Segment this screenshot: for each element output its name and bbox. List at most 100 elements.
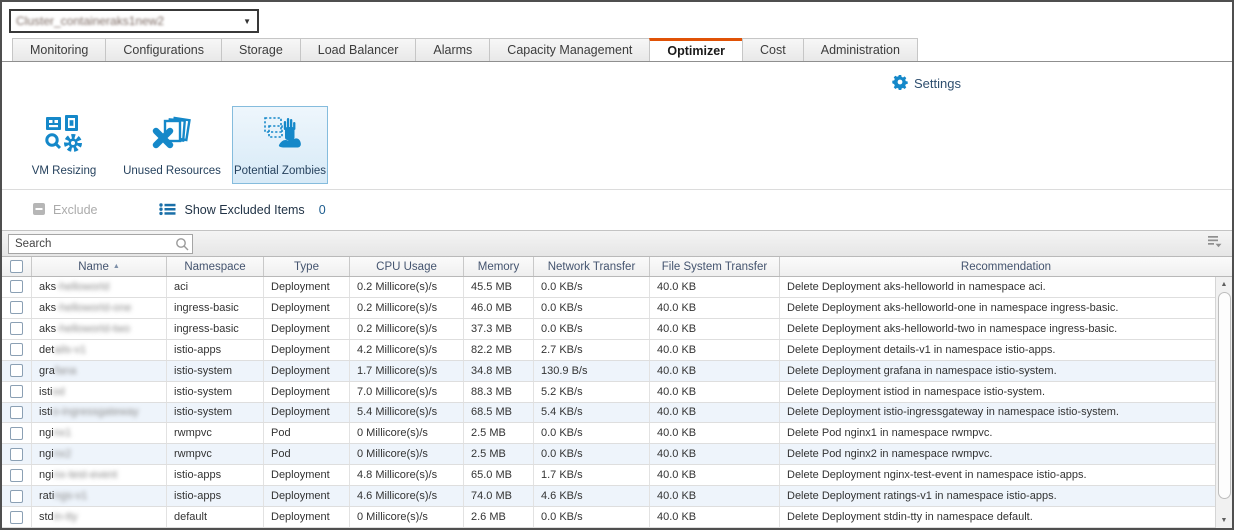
- table-row[interactable]: ratings-v1istio-appsDeployment4.6 Millic…: [2, 486, 1215, 507]
- cell-type: Deployment: [264, 382, 350, 402]
- tools-toolbar: VM ResizingUnused Resources Potential Zom…: [2, 100, 1232, 190]
- row-checkbox[interactable]: [2, 340, 32, 360]
- row-checkbox[interactable]: [2, 319, 32, 339]
- tab-label: Administration: [821, 43, 900, 57]
- tab-cost[interactable]: Cost: [742, 38, 803, 61]
- excluded-count: 0: [319, 203, 326, 217]
- table-row[interactable]: aks-helloworld-oneingress-basicDeploymen…: [2, 298, 1215, 319]
- cell-network: 5.4 KB/s: [534, 403, 650, 423]
- tab-monitoring[interactable]: Monitoring: [12, 38, 105, 61]
- cluster-dropdown[interactable]: Cluster_containeraks1new2 ▼: [9, 9, 259, 33]
- cell-type: Deployment: [264, 403, 350, 423]
- table-row[interactable]: stdin-ttydefaultDeployment0 Millicore(s)…: [2, 507, 1215, 528]
- cell-recommendation: Delete Pod nginx1 in namespace rwmpvc.: [780, 423, 1215, 443]
- potential-zombies-icon: [258, 114, 302, 159]
- exclude-button[interactable]: Exclude: [32, 202, 97, 219]
- tab-label: Configurations: [123, 43, 204, 57]
- scroll-down-icon[interactable]: ▼: [1216, 513, 1232, 528]
- scrollbar-thumb[interactable]: [1218, 292, 1231, 499]
- column-header-recommendation[interactable]: Recommendation: [780, 257, 1232, 276]
- vertical-scrollbar[interactable]: ▲ ▼: [1215, 277, 1232, 528]
- tab-load-balancer[interactable]: Load Balancer: [300, 38, 416, 61]
- tab-alarms[interactable]: Alarms: [415, 38, 489, 61]
- column-header-label: Type: [294, 261, 319, 273]
- cell-recommendation: Delete Deployment istio-ingressgateway i…: [780, 403, 1215, 423]
- cell-network: 0.0 KB/s: [534, 277, 650, 297]
- cell-memory: 2.6 MB: [464, 507, 534, 527]
- row-checkbox[interactable]: [2, 423, 32, 443]
- table-row[interactable]: nginx1rwmpvcPod0 Millicore(s)/s2.5 MB0.0…: [2, 423, 1215, 444]
- row-checkbox[interactable]: [2, 444, 32, 464]
- tab-label: Cost: [760, 43, 786, 57]
- cell-cpu: 0.2 Millicore(s)/s: [350, 319, 464, 339]
- table-row[interactable]: istio-ingressgatewayistio-systemDeployme…: [2, 403, 1215, 424]
- column-header-cpu-usage[interactable]: CPU Usage: [350, 257, 464, 276]
- cell-name: aks-helloworld: [32, 277, 167, 297]
- search-icon: [175, 237, 189, 256]
- row-checkbox[interactable]: [2, 486, 32, 506]
- cell-recommendation: Delete Deployment grafana in namespace i…: [780, 361, 1215, 381]
- unused-resources-icon: [149, 114, 195, 159]
- cell-cpu: 4.6 Millicore(s)/s: [350, 486, 464, 506]
- column-header-memory[interactable]: Memory: [464, 257, 534, 276]
- tab-administration[interactable]: Administration: [803, 38, 918, 61]
- cell-cpu: 4.8 Millicore(s)/s: [350, 465, 464, 485]
- table-row[interactable]: nginx-test-eventistio-appsDeployment4.8 …: [2, 465, 1215, 486]
- tab-capacity-management[interactable]: Capacity Management: [489, 38, 649, 61]
- search-input[interactable]: [8, 234, 193, 254]
- row-checkbox[interactable]: [2, 465, 32, 485]
- cell-cpu: 0 Millicore(s)/s: [350, 423, 464, 443]
- cell-fs: 40.0 KB: [650, 403, 780, 423]
- scroll-up-icon[interactable]: ▲: [1216, 277, 1232, 292]
- tool-label: Potential Zombies: [234, 165, 326, 177]
- tool-unused-resources[interactable]: Unused Resources: [124, 106, 220, 184]
- column-chooser-icon[interactable]: [1203, 232, 1226, 255]
- cell-name: nginx2: [32, 444, 167, 464]
- column-header-file-system-transfer[interactable]: File System Transfer: [650, 257, 780, 276]
- settings-button[interactable]: Settings: [892, 74, 961, 93]
- select-all-checkbox[interactable]: [2, 257, 32, 276]
- cell-cpu: 5.4 Millicore(s)/s: [350, 403, 464, 423]
- row-checkbox[interactable]: [2, 507, 32, 527]
- row-checkbox[interactable]: [2, 298, 32, 318]
- tool-vm-resizing[interactable]: VM Resizing: [16, 106, 112, 184]
- tab-label: Alarms: [433, 43, 472, 57]
- tab-label: Capacity Management: [507, 43, 632, 57]
- cell-type: Pod: [264, 444, 350, 464]
- cell-network: 0.0 KB/s: [534, 444, 650, 464]
- tab-configurations[interactable]: Configurations: [105, 38, 221, 61]
- gear-icon: [892, 74, 908, 93]
- row-checkbox[interactable]: [2, 361, 32, 381]
- tab-storage[interactable]: Storage: [221, 38, 300, 61]
- tab-optimizer[interactable]: Optimizer: [649, 38, 742, 61]
- table-row[interactable]: aks-helloworld-twoingress-basicDeploymen…: [2, 319, 1215, 340]
- cell-memory: 34.8 MB: [464, 361, 534, 381]
- table-body: aks-helloworldaci Deployment 0.2 Millicore…: [2, 277, 1232, 528]
- show-excluded-items-button[interactable]: Show Excluded Items 0: [159, 202, 325, 219]
- cell-network: 130.9 B/s: [534, 361, 650, 381]
- cell-cpu: 7.0 Millicore(s)/s: [350, 382, 464, 402]
- table-row[interactable]: grafanaistio-systemDeployment1.7 Millico…: [2, 361, 1215, 382]
- sort-asc-icon: ▲: [113, 263, 120, 270]
- table-row[interactable]: aks-helloworldaciDeployment0.2 Millicore…: [2, 277, 1215, 298]
- row-checkbox[interactable]: [2, 277, 32, 297]
- cell-fs: 40.0 KB: [650, 507, 780, 527]
- cell-cpu: 0 Millicore(s)/s: [350, 507, 464, 527]
- row-checkbox[interactable]: [2, 382, 32, 402]
- column-header-name[interactable]: Name▲: [32, 257, 167, 276]
- table-row[interactable]: istiodistio-systemDeployment7.0 Millicor…: [2, 382, 1215, 403]
- tool-potential-zombies[interactable]: Potential Zombies: [232, 106, 328, 184]
- cell-network: 0.0 KB/s: [534, 298, 650, 318]
- cell-memory: 68.5 MB: [464, 403, 534, 423]
- cell-fs: 40.0 KB: [650, 486, 780, 506]
- cell-network: 0.0 KB/s: [534, 507, 650, 527]
- table-row[interactable]: details-v1istio-appsDeployment4.2 Millic…: [2, 340, 1215, 361]
- column-header-network-transfer[interactable]: Network Transfer: [534, 257, 650, 276]
- cell-recommendation: Delete Deployment ratings-v1 in namespac…: [780, 486, 1215, 506]
- row-checkbox[interactable]: [2, 403, 32, 423]
- column-header-namespace[interactable]: Namespace: [167, 257, 264, 276]
- cell-namespace: aci: [167, 277, 264, 297]
- column-header-type[interactable]: Type: [264, 257, 350, 276]
- table-row[interactable]: nginx2rwmpvcPod0 Millicore(s)/s2.5 MB0.0…: [2, 444, 1215, 465]
- cell-namespace: rwmpvc: [167, 423, 264, 443]
